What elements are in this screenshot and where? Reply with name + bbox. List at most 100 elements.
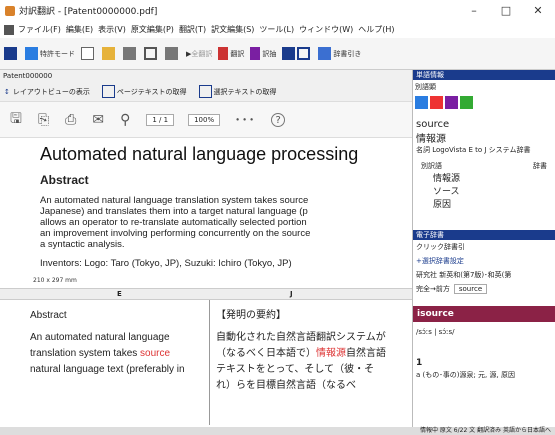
word-tools: [413, 94, 555, 111]
zoom-search-icon[interactable]: ⚲: [120, 112, 130, 128]
new-doc-icon: [81, 47, 94, 60]
sense-number: 1: [416, 358, 423, 368]
layout-button[interactable]: [282, 47, 312, 60]
menu-source-edit[interactable]: 原文編集(P): [131, 24, 174, 35]
entry-word: isource: [413, 306, 555, 322]
title-bar: 対訳翻訳 - [Patent0000000.pdf] – □ ✕: [0, 0, 555, 21]
layout-view-button[interactable]: ↕ レイアウトビューの表示: [4, 87, 90, 97]
dictionary-button[interactable]: 辞書引き: [318, 47, 361, 60]
menu-translate[interactable]: 翻訳(T): [179, 24, 206, 35]
bilingual-view: Abstract An automated natural language t…: [24, 300, 394, 425]
abstract-line-1: An automated natural language translatio…: [40, 195, 309, 206]
english-column[interactable]: Abstract An automated natural language t…: [24, 300, 209, 425]
page-number: 1: [152, 115, 157, 124]
main-toolbar: 特許モード ▶ 全翻訳 翻訳 訳抽 辞書引き: [0, 38, 555, 70]
select-dict-link[interactable]: +選択辞書設定: [413, 254, 555, 268]
page-text-label: ページテキストの取得: [116, 87, 187, 96]
dictionary-label: 辞書引き: [333, 49, 362, 58]
selected-text-button[interactable]: 選択テキストの取得: [198, 85, 277, 98]
translate-all-button[interactable]: ▶ 全翻訳: [186, 49, 212, 59]
word-translation: 情報源: [416, 134, 446, 145]
window-icon: [297, 47, 311, 60]
page-text-button[interactable]: ページテキストの取得: [101, 85, 187, 98]
document-icon: [4, 24, 14, 35]
direction-icon: [4, 47, 17, 60]
document-name: Patent000000: [0, 70, 412, 82]
window-title: 対訳翻訳 - [Patent0000000.pdf]: [19, 7, 158, 17]
inventors-line: Inventors: Logo: Taro (Tokyo, JP), Suzuk…: [40, 258, 292, 269]
word-info-header: 単語情報: [413, 70, 555, 80]
word-meta: 名詞 LogoVista E to J システム辞書: [416, 146, 531, 154]
direction-button[interactable]: [4, 47, 19, 60]
dictionary-select[interactable]: 研究社 新英和(第7版)･和英(第: [413, 268, 555, 282]
pdf-page: Automated natural language processing Ab…: [0, 138, 405, 288]
click-dict-option[interactable]: クリック辞書引: [413, 240, 555, 254]
english-column-label: E: [117, 290, 122, 298]
japanese-highlight: 情報源: [316, 348, 346, 359]
share-icon[interactable]: ⎘: [38, 112, 49, 128]
open-icon: [102, 47, 115, 60]
help-icon[interactable]: ?: [271, 112, 286, 127]
open-button[interactable]: [102, 47, 117, 60]
patent-mode-label: 特許モード: [40, 49, 75, 58]
menu-file[interactable]: ファイル(F): [18, 24, 61, 35]
alt-translations-header: 別訳語 辞書: [413, 155, 555, 171]
menu-edit[interactable]: 編集(E): [66, 24, 93, 35]
new-doc-button[interactable]: [81, 47, 96, 60]
alt-translation-row[interactable]: 情報源: [413, 171, 555, 184]
close-button[interactable]: ✕: [522, 0, 554, 21]
abstract-heading: Abstract: [40, 173, 89, 187]
ban-tool-icon[interactable]: [460, 96, 473, 109]
font-icon: [165, 47, 178, 60]
japanese-column[interactable]: 【発明の要約】 自動化された自然言語翻訳システムが（なるべく日本語で）情報源自然…: [209, 300, 394, 425]
edict-header: 電子辞書: [413, 230, 555, 240]
search-input[interactable]: source: [453, 284, 488, 294]
selected-text-label: 選択テキストの取得: [213, 87, 277, 96]
search-mode[interactable]: 完全→前方: [416, 284, 450, 294]
menu-target-edit[interactable]: 訳文編集(S): [211, 24, 254, 35]
tools-label: 別語顕: [415, 83, 436, 91]
menu-tools[interactable]: ツール(L): [259, 24, 294, 35]
more-options[interactable]: ･･･: [234, 110, 255, 130]
arrow-icon: ↕: [4, 87, 10, 96]
page-number-field[interactable]: 1 / 1: [146, 113, 175, 126]
dict-tool-icon[interactable]: [415, 96, 428, 109]
status-bar: 情報中 原文 6/22 文 翻訳済み 英語から日本語へ: [0, 427, 555, 435]
word-info-pane: 単語情報 別語顕 source 情報源 名詞 LogoVista E to J …: [412, 70, 555, 435]
select-icon: [198, 85, 212, 98]
patent-icon: [25, 47, 38, 60]
abstract-line-3: allows an operator to re-translate autom…: [40, 217, 307, 228]
patent-mode-button[interactable]: 特許モード: [25, 47, 75, 60]
word-title: source: [416, 119, 450, 130]
register-tool-icon[interactable]: [445, 96, 458, 109]
printer-icon[interactable]: ⎙: [65, 112, 76, 128]
bilingual-icon: [250, 47, 261, 60]
search-tool-icon[interactable]: [430, 96, 443, 109]
alt-translation-row[interactable]: 原因: [413, 197, 555, 210]
font-button[interactable]: [165, 47, 180, 60]
split-header: E J: [0, 288, 412, 300]
split-view-button[interactable]: [144, 47, 159, 60]
alt-translation-row[interactable]: ソース: [413, 184, 555, 197]
translate-icon: [218, 47, 229, 60]
menu-window[interactable]: ウィンドウ(W): [299, 24, 353, 35]
minimize-button[interactable]: –: [458, 0, 490, 21]
menu-help[interactable]: ヘルプ(H): [358, 24, 394, 35]
mail-icon[interactable]: ✉: [92, 112, 104, 128]
split-icon: [144, 47, 157, 60]
maximize-button[interactable]: □: [490, 0, 522, 21]
english-highlight: source: [140, 348, 171, 359]
zoom-select[interactable]: 100%: [188, 113, 221, 126]
japanese-column-label: J: [290, 290, 293, 298]
menu-bar: ファイル(F) 編集(E) 表示(V) 原文編集(P) 翻訳(T) 訳文編集(S…: [0, 21, 555, 38]
app-icon: [5, 5, 15, 16]
dict-header: 辞書: [533, 162, 547, 170]
bilingual-button[interactable]: 訳抽: [250, 47, 276, 60]
translate-button[interactable]: 翻訳: [218, 47, 244, 60]
menu-view[interactable]: 表示(V): [98, 24, 126, 35]
save-icon[interactable]: 🖫: [10, 108, 22, 132]
abstract-line-5: a syntactic analysis.: [40, 239, 125, 250]
print-button[interactable]: [123, 47, 138, 60]
view-bar: ↕ レイアウトビューの表示 ページテキストの取得 選択テキストの取得: [0, 82, 412, 102]
document-heading: Automated natural language processing: [40, 144, 359, 164]
